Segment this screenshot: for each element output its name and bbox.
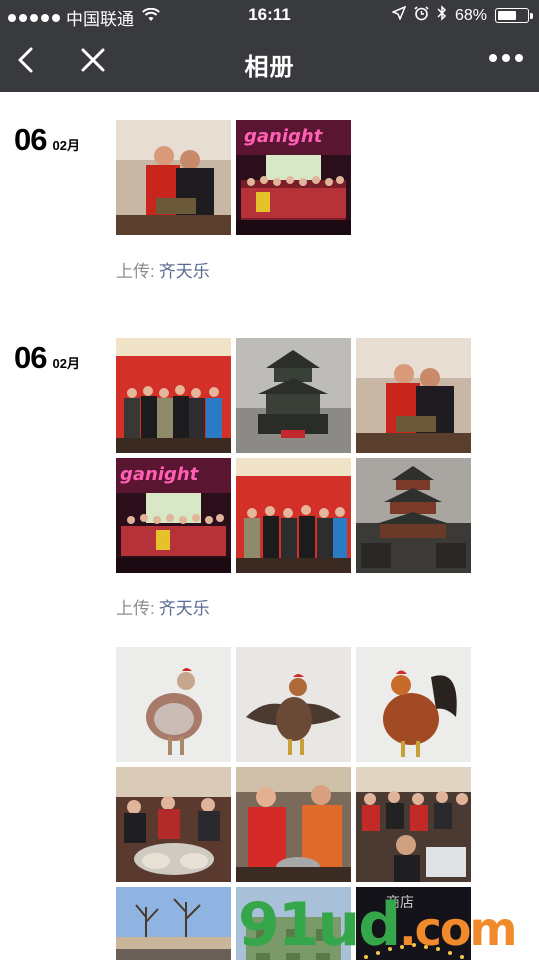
nav-bar: 相册 bbox=[0, 30, 539, 92]
location-icon bbox=[390, 5, 407, 25]
group-red-backdrop-photo[interactable] bbox=[236, 458, 351, 573]
post-date: 06 02月 bbox=[14, 122, 80, 158]
rooster-photo-1[interactable] bbox=[116, 647, 231, 762]
two-men-photo[interactable] bbox=[356, 338, 471, 453]
svg-text:ganight: ganight bbox=[120, 464, 200, 485]
status-bar: 中国联通 16:11 68% bbox=[0, 0, 539, 30]
battery-icon bbox=[495, 8, 533, 23]
temple-hall-photo[interactable] bbox=[356, 458, 471, 573]
date-month: 02月 bbox=[52, 138, 80, 153]
temple-model-photo[interactable] bbox=[236, 338, 351, 453]
rooster-photo-2[interactable] bbox=[236, 647, 351, 762]
page-title: 相册 bbox=[244, 54, 295, 81]
svg-text:ganight: ganight bbox=[244, 126, 324, 147]
date-month: 02月 bbox=[52, 356, 80, 371]
watermark-part2: .com bbox=[399, 902, 517, 956]
post-date: 06 02月 bbox=[14, 340, 80, 376]
battery-percent: 68% bbox=[454, 6, 487, 24]
site-watermark: 91ud.com bbox=[238, 890, 517, 960]
group-red-backdrop-photo[interactable] bbox=[116, 338, 231, 453]
watermark-part1: 91ud bbox=[238, 890, 401, 960]
uploader-name[interactable]: 齐天乐 bbox=[159, 262, 210, 281]
date-day: 06 bbox=[14, 340, 47, 375]
rooster-photo-3[interactable] bbox=[356, 647, 471, 762]
dumpling-table-photo-2[interactable] bbox=[356, 767, 471, 882]
alarm-icon bbox=[414, 5, 429, 26]
uploader-label: 上传: bbox=[116, 599, 155, 618]
woman-apron-photo[interactable] bbox=[236, 767, 351, 882]
dumpling-table-photo-1[interactable] bbox=[116, 767, 231, 882]
two-men-photo[interactable] bbox=[116, 120, 231, 235]
more-icon[interactable] bbox=[489, 54, 523, 62]
uploader-line: 上传: 齐天乐 bbox=[116, 257, 210, 282]
park-trees-photo[interactable] bbox=[116, 887, 231, 960]
uploader-label: 上传: bbox=[116, 262, 155, 281]
uploader-name[interactable]: 齐天乐 bbox=[159, 599, 210, 618]
group-stage-photo[interactable]: ganight bbox=[236, 120, 351, 235]
date-day: 06 bbox=[14, 122, 47, 157]
uploader-line: 上传: 齐天乐 bbox=[116, 594, 210, 619]
bluetooth-icon bbox=[437, 5, 447, 26]
group-stage-photo[interactable]: ganight bbox=[116, 458, 231, 573]
album-feed: 06 02月 ganight 上传: 齐天乐 06 02月 ganight 上传… bbox=[0, 92, 539, 960]
